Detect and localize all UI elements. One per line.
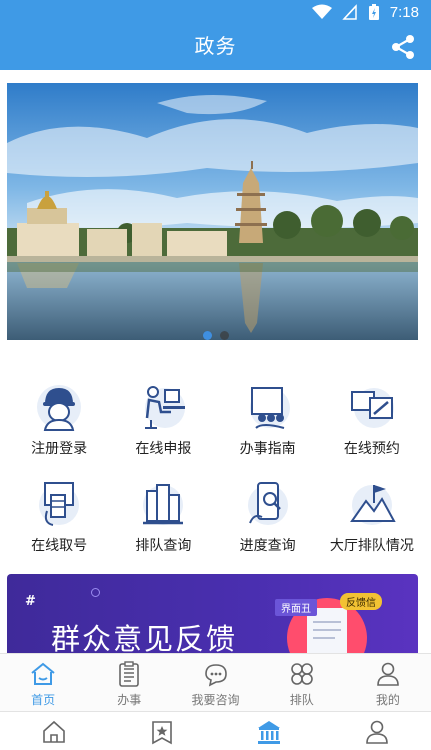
tab-label: 排队 (289, 693, 314, 707)
main-navbar (0, 711, 431, 750)
tab-consult[interactable]: 我要咨询 (172, 654, 258, 711)
person-outline-icon (366, 720, 388, 744)
service-label: 注册登录 (31, 441, 88, 457)
feedback-promo-banner[interactable]: # 群众意见反馈 界面丑 反馈信 (7, 574, 418, 654)
nav-government[interactable] (216, 712, 324, 750)
pagination-dot-active[interactable] (202, 331, 212, 340)
banner-pagination (0, 331, 431, 341)
service-progress-query[interactable]: 进度查询 (216, 469, 320, 566)
presentation-board-icon (249, 387, 290, 429)
promo-tag-highlight: 反馈信 (340, 593, 382, 610)
pagination-dot[interactable] (219, 331, 229, 340)
status-bar: 7:18 (0, 0, 431, 24)
nav-favorites[interactable] (108, 712, 216, 750)
share-icon[interactable] (389, 33, 417, 61)
promo-tag: 界面丑 (275, 599, 317, 616)
bottom-tab-bar: 首页 办事 我要咨询 排队 我的 (0, 653, 431, 711)
flag-mountain-icon (349, 485, 396, 525)
service-appointment[interactable]: 在线预约 (320, 372, 424, 469)
worker-helmet-icon (37, 385, 82, 431)
ticket-machine-icon (39, 482, 80, 526)
tab-label: 我要咨询 (191, 693, 240, 707)
decor-ring (91, 588, 100, 597)
service-label: 排队查询 (135, 538, 192, 554)
service-label: 在线预约 (343, 441, 400, 457)
promo-headline: 群众意见反馈 (51, 622, 238, 654)
no-sim-icon (342, 4, 357, 20)
clover-icon (290, 663, 313, 685)
service-take-number[interactable]: 在线取号 (7, 469, 111, 566)
service-guide[interactable]: 办事指南 (216, 372, 320, 469)
status-time: 7:18 (389, 3, 419, 21)
phone-magnifier-icon (247, 482, 288, 525)
app-screen: 7:18 政务 注册登录 在线申报 办事指南 在线预约 在线取号 排队查询 进度… (0, 0, 431, 750)
star-bookmark-icon (151, 721, 172, 745)
calendar-pen-icon (350, 388, 394, 428)
nav-profile[interactable] (323, 712, 431, 750)
tab-mine[interactable]: 我的 (345, 654, 431, 711)
tab-queue[interactable]: 排队 (259, 654, 345, 711)
tab-home[interactable]: 首页 (0, 654, 86, 711)
service-label: 大厅排队情况 (329, 538, 414, 554)
home-icon (31, 662, 55, 685)
clipboard-icon (119, 661, 140, 687)
chat-bubble-icon (204, 664, 227, 687)
service-register-login[interactable]: 注册登录 (7, 372, 111, 469)
person-at-desk-icon (145, 386, 186, 429)
tab-label: 首页 (31, 693, 56, 707)
nav-home[interactable] (0, 712, 108, 750)
user-icon (377, 662, 399, 686)
people-queue-icon (143, 484, 184, 525)
service-hall-queue-status[interactable]: 大厅排队情况 (320, 469, 424, 566)
government-building-icon (258, 721, 281, 744)
service-label: 进度查询 (239, 538, 296, 554)
service-label: 在线申报 (135, 441, 192, 457)
home-outline-icon (43, 720, 65, 743)
battery-icon (368, 4, 379, 20)
wifi-icon (311, 4, 332, 19)
service-online-apply[interactable]: 在线申报 (111, 372, 215, 469)
app-bar: 政务 (0, 24, 431, 70)
tab-label: 我的 (375, 693, 400, 707)
promo-hash: # (25, 594, 36, 609)
service-label: 在线取号 (31, 538, 88, 554)
service-queue-query[interactable]: 排队查询 (111, 469, 215, 566)
service-label: 办事指南 (239, 441, 296, 457)
page-title: 政务 (194, 34, 237, 58)
service-grid: 注册登录 在线申报 办事指南 在线预约 在线取号 排队查询 进度查询 大厅排队情… (7, 372, 424, 572)
tab-services[interactable]: 办事 (86, 654, 172, 711)
banner-image (7, 83, 418, 340)
tab-label: 办事 (117, 693, 142, 707)
banner-carousel[interactable] (7, 83, 418, 340)
